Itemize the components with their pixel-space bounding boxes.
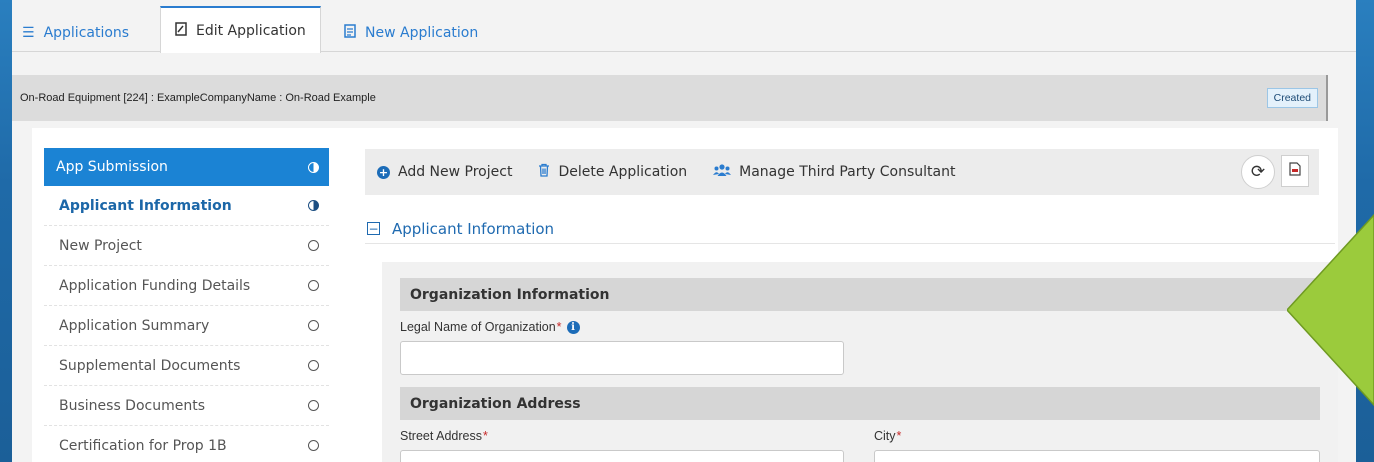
app-frame: ☰ Applications Edit Application New Appl… [12, 0, 1356, 462]
tab-edit-application[interactable]: Edit Application [160, 6, 321, 53]
sidebar-item-supplemental-documents[interactable]: Supplemental Documents [44, 346, 329, 386]
required-marker: * [483, 429, 488, 443]
toolbar-right-actions: ⟳ [1241, 155, 1309, 189]
add-new-project-button[interactable]: + Add New Project [377, 164, 512, 180]
status-badge: Created [1266, 88, 1318, 108]
tab-new-application[interactable]: New Application [340, 14, 482, 52]
section-header-applicant-information[interactable]: − Applicant Information [365, 214, 1335, 244]
sidebar-item-business-documents[interactable]: Business Documents [44, 386, 329, 426]
callout-arrow-icon [1287, 213, 1374, 407]
tab-applications[interactable]: ☰ Applications [18, 14, 133, 52]
list-icon: ☰ [22, 25, 35, 41]
tab-bar: ☰ Applications Edit Application New Appl… [12, 0, 1356, 53]
sidebar-item-applicant-information[interactable]: Applicant Information [44, 186, 329, 226]
users-icon [713, 164, 732, 180]
application-header: On-Road Equipment [224] : ExampleCompany… [12, 75, 1328, 121]
legal-name-label: Legal Name of Organization * i [400, 320, 580, 334]
city-input[interactable] [874, 450, 1320, 462]
breadcrumb: On-Road Equipment [224] : ExampleCompany… [20, 92, 376, 104]
legal-name-input[interactable] [400, 341, 844, 375]
empty-circle-icon [308, 400, 319, 411]
main-panel: App Submission Applicant Information New… [32, 128, 1338, 462]
plus-circle-icon: + [377, 165, 390, 179]
manage-third-party-consultant-button[interactable]: Manage Third Party Consultant [713, 164, 955, 180]
action-toolbar: + Add New Project Delete Application Man… [365, 149, 1319, 195]
empty-circle-icon [308, 320, 319, 331]
edit-file-icon [175, 21, 187, 40]
empty-circle-icon [308, 360, 319, 371]
sidebar-item-certification-prop-1b[interactable]: Certification for Prop 1B [44, 426, 329, 462]
city-label: City * [874, 429, 902, 443]
sidebar-nav: App Submission Applicant Information New… [44, 148, 329, 462]
delete-application-button[interactable]: Delete Application [538, 163, 687, 181]
refresh-button[interactable]: ⟳ [1241, 155, 1275, 189]
applicant-form: Organization Information Legal Name of O… [382, 262, 1338, 462]
organization-information-heading: Organization Information [400, 278, 1320, 311]
street-address-input[interactable] [400, 450, 844, 462]
sidebar-item-application-funding-details[interactable]: Application Funding Details [44, 266, 329, 306]
info-icon[interactable]: i [566, 320, 580, 334]
file-text-icon [344, 24, 356, 42]
sidebar-item-application-summary[interactable]: Application Summary [44, 306, 329, 346]
pdf-report-button[interactable] [1281, 155, 1309, 187]
sidebar-item-new-project[interactable]: New Project [44, 226, 329, 266]
empty-circle-icon [308, 240, 319, 251]
collapse-icon: − [367, 221, 380, 236]
organization-address-heading: Organization Address [400, 387, 1320, 420]
street-address-label: Street Address * [400, 429, 488, 443]
half-progress-icon [308, 161, 319, 173]
required-marker: * [556, 320, 562, 334]
empty-circle-icon [308, 280, 319, 291]
trash-icon [538, 163, 550, 181]
refresh-icon: ⟳ [1250, 162, 1266, 182]
pdf-icon [1289, 162, 1301, 180]
empty-circle-icon [308, 440, 319, 451]
half-progress-icon [308, 200, 319, 211]
sidebar-header[interactable]: App Submission [44, 148, 329, 186]
required-marker: * [896, 429, 902, 443]
